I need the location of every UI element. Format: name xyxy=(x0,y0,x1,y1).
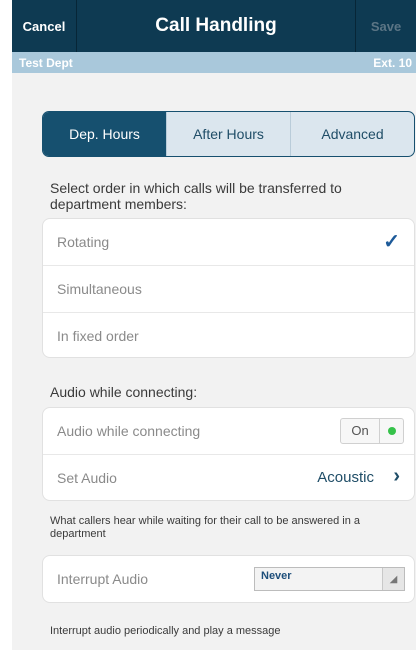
checkmark-icon: ✓ xyxy=(383,231,400,253)
toggle-state-label: On xyxy=(341,419,380,443)
set-audio-row[interactable]: Set Audio Acoustic › xyxy=(43,454,414,500)
page-title: Call Handling xyxy=(155,15,277,36)
audio-description: What callers hear while waiting for thei… xyxy=(50,515,360,540)
option-fixed-order[interactable]: In fixed order xyxy=(43,312,414,357)
audio-section-header: Audio while connecting: xyxy=(50,384,198,400)
interrupt-audio-label: Interrupt Audio xyxy=(57,571,149,587)
department-name: Test Dept xyxy=(19,55,73,70)
interrupt-description: Interrupt audio periodically and play a … xyxy=(50,625,281,637)
extension-label: Ext. 10 xyxy=(373,55,412,70)
top-nav-bar: Cancel Call Handling Save xyxy=(12,0,416,52)
option-simultaneous[interactable]: Simultaneous xyxy=(43,265,414,312)
set-audio-value: Acoustic xyxy=(317,469,374,486)
interrupt-audio-select[interactable]: Never ◢ xyxy=(254,567,405,591)
hours-tab-bar: Dep. Hours After Hours Advanced xyxy=(42,111,415,157)
cancel-button[interactable]: Cancel xyxy=(12,0,77,52)
tab-after-hours[interactable]: After Hours xyxy=(166,112,290,156)
department-subheader: Test Dept Ext. 10 xyxy=(12,52,416,73)
option-simultaneous-label: Simultaneous xyxy=(57,281,142,297)
interrupt-audio-row: Interrupt Audio Never ◢ xyxy=(43,556,414,602)
save-button[interactable]: Save xyxy=(355,0,416,52)
order-options-list: Rotating ✓ Simultaneous In fixed order xyxy=(42,218,415,358)
interrupt-audio-list: Interrupt Audio Never ◢ xyxy=(42,555,415,603)
set-audio-label: Set Audio xyxy=(57,470,117,486)
tab-dep-hours[interactable]: Dep. Hours xyxy=(43,112,166,156)
audio-toggle-row: Audio while connecting On xyxy=(43,408,414,454)
call-handling-screen: Cancel Call Handling Save Test Dept Ext.… xyxy=(12,0,416,650)
status-dot-icon xyxy=(388,427,396,435)
order-prompt: Select order in which calls will be tran… xyxy=(50,180,342,212)
interrupt-audio-value: Never xyxy=(261,570,292,582)
option-fixed-order-label: In fixed order xyxy=(57,328,139,344)
audio-toggle-label: Audio while connecting xyxy=(57,423,201,439)
tab-advanced[interactable]: Advanced xyxy=(290,112,414,156)
audio-toggle-switch[interactable]: On xyxy=(340,418,404,444)
dropdown-arrow-icon: ◢ xyxy=(382,568,404,590)
option-rotating[interactable]: Rotating ✓ xyxy=(43,219,414,265)
audio-settings-list: Audio while connecting On Set Audio Acou… xyxy=(42,407,415,501)
chevron-right-icon: › xyxy=(393,465,400,487)
option-rotating-label: Rotating xyxy=(57,234,110,250)
